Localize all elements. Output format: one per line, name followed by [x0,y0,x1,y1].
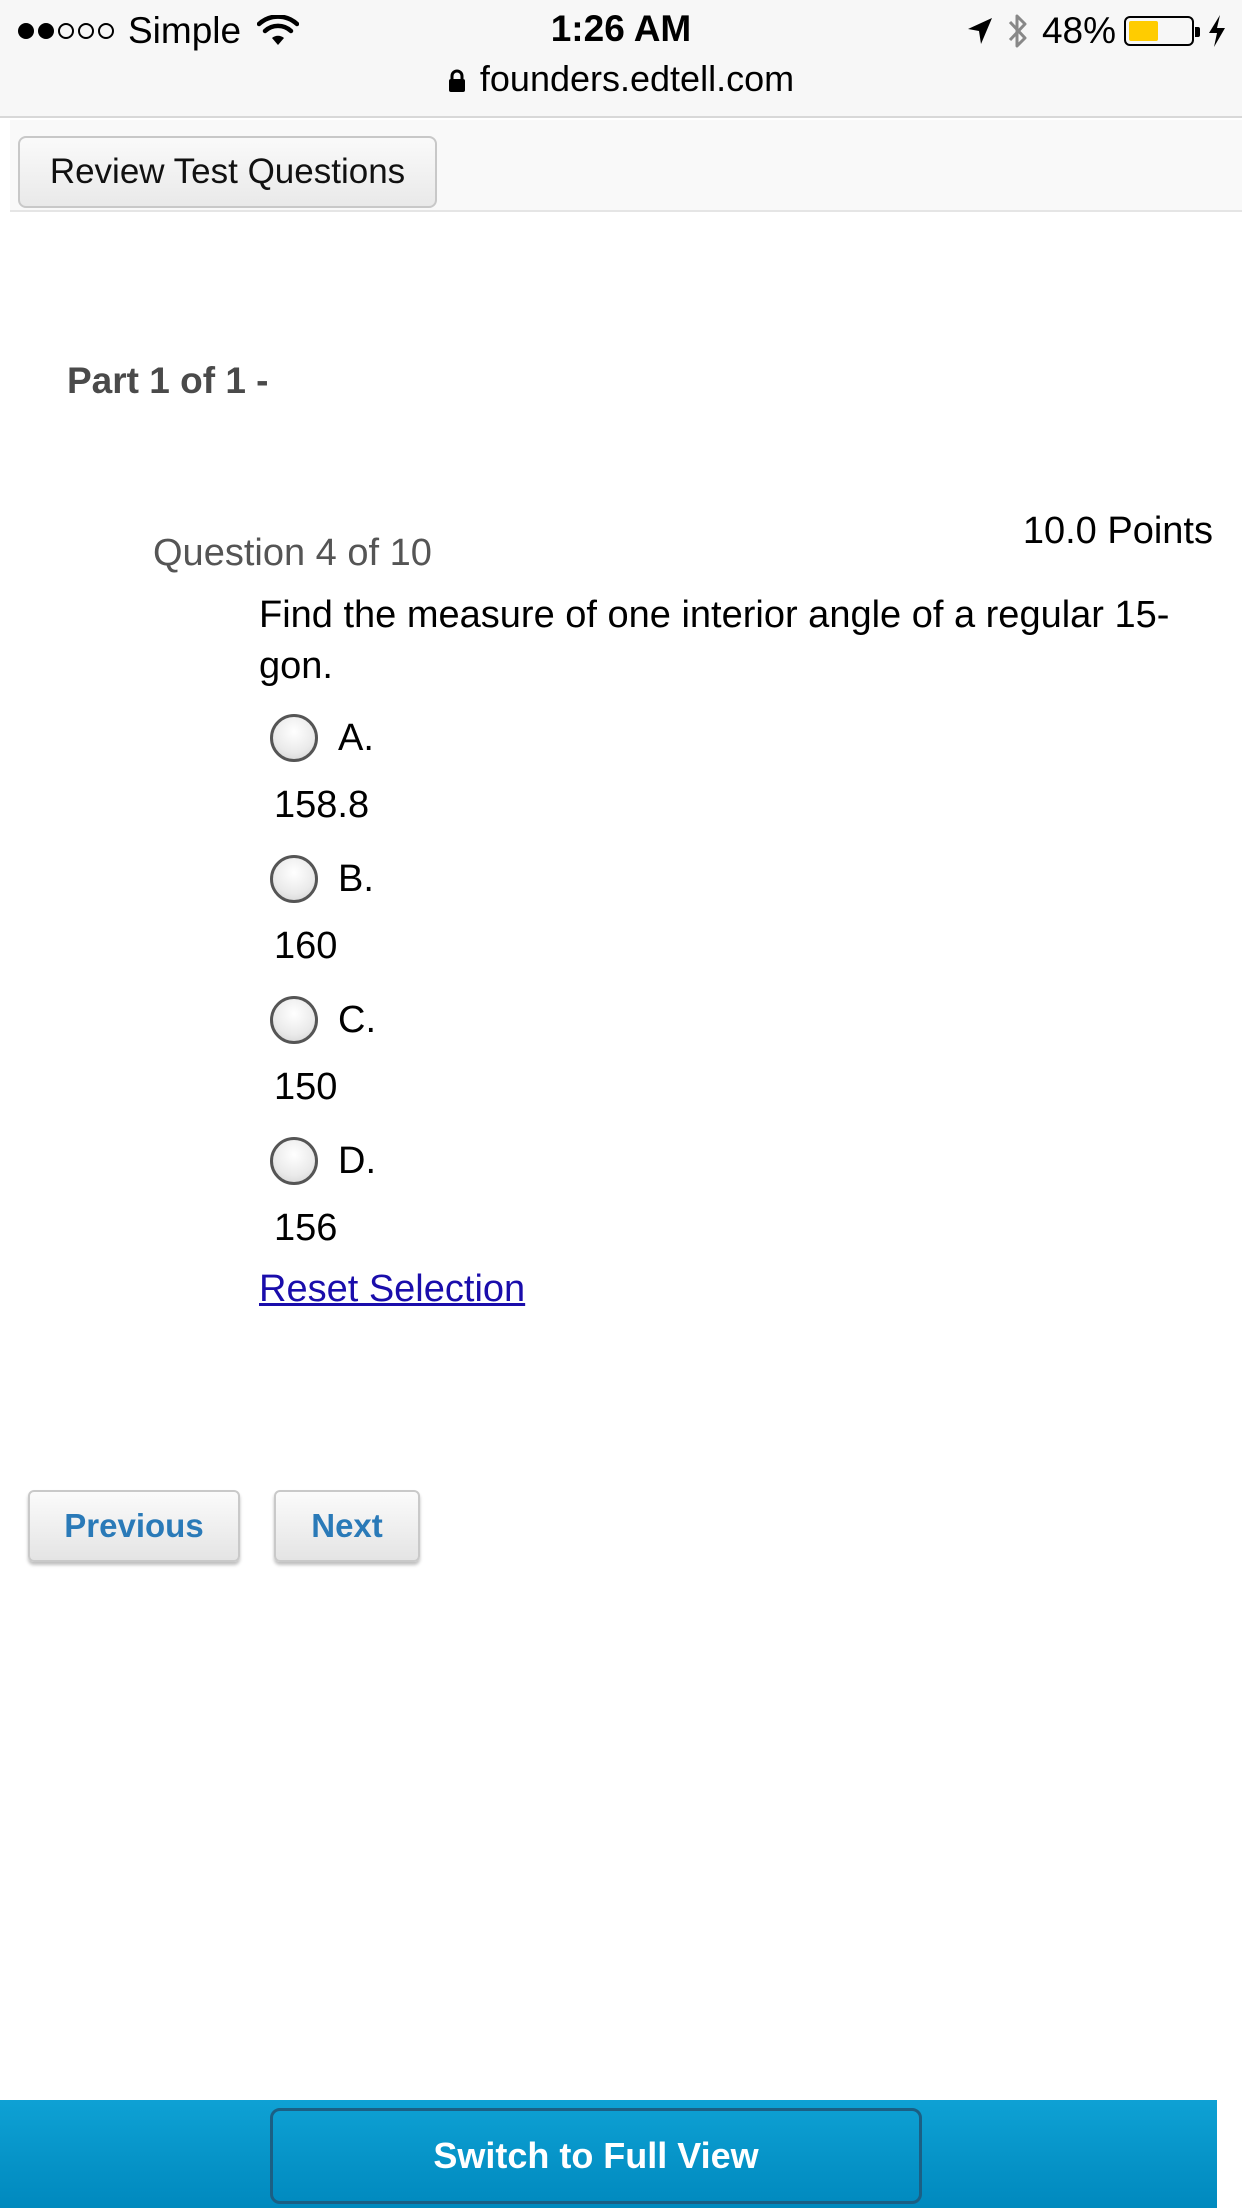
choice-value: 158.8 [274,784,370,826]
switch-to-full-view-button[interactable]: Switch to Full View [270,2108,922,2204]
radio-button-a[interactable] [270,714,318,762]
answer-choice-b[interactable]: B. 160 [270,853,570,968]
status-right: 48% [966,10,1228,52]
url-text: founders.edtell.com [479,58,795,99]
radio-button-c[interactable] [270,996,318,1044]
radio-button-d[interactable] [270,1137,318,1185]
choice-value: 150 [274,1066,338,1108]
reset-selection-link[interactable]: Reset Selection [259,1268,525,1311]
footer-bar: Switch to Full View [0,2100,1217,2208]
battery-level [1129,21,1158,41]
question-points: 10.0 Points [1022,510,1213,552]
choice-letter: B. [338,857,374,900]
choice-letter: A. [338,716,374,759]
choice-letter: C. [338,998,376,1041]
battery-percent: 48% [1041,10,1116,51]
review-toolbar: Review Test Questions [10,120,1242,212]
review-test-questions-button[interactable]: Review Test Questions [18,136,437,208]
answer-choice-c[interactable]: C. 150 [270,994,570,1109]
part-title: Part 1 of 1 - [67,360,269,401]
address-bar[interactable]: founders.edtell.com [0,58,1242,100]
choice-value: 156 [274,1207,338,1249]
bluetooth-icon [1008,14,1027,48]
status-bar: Simple 1:26 AM founders.edtell.com 48% [0,0,1242,118]
answer-choice-d[interactable]: D. 156 [270,1135,570,1250]
choice-letter: D. [338,1139,376,1182]
choice-value: 160 [274,925,338,967]
charging-icon [1209,15,1225,47]
lock-icon [448,69,465,92]
location-icon [967,18,992,44]
radio-button-b[interactable] [270,855,318,903]
previous-button[interactable]: Previous [28,1490,240,1562]
question-number: Question 4 of 10 [153,532,432,574]
question-prompt: Find the measure of one interior angle o… [259,594,1170,687]
next-button[interactable]: Next [274,1490,420,1562]
battery-icon [1124,16,1200,46]
page: Simple 1:26 AM founders.edtell.com 48% R… [0,0,1242,2208]
answer-choice-a[interactable]: A. 158.8 [270,712,570,827]
